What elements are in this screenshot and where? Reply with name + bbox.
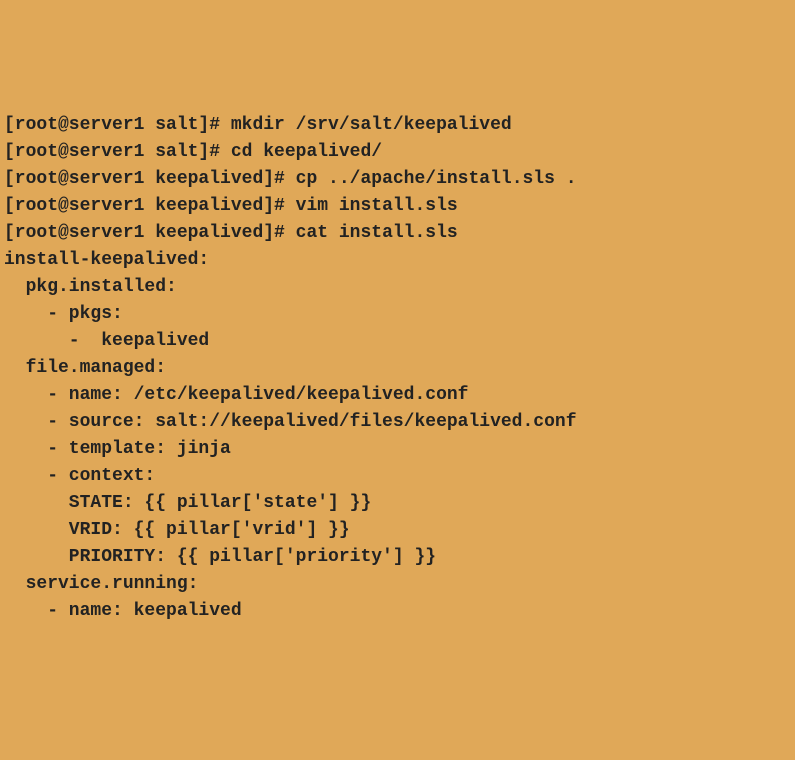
prompt-1: [root@server1 salt]# — [4, 115, 231, 135]
command-line-5: [root@server1 keepalived]# cat install.s… — [4, 220, 791, 247]
command-2: cd keepalived/ — [231, 142, 382, 162]
output-line-1: install-keepalived: — [4, 247, 791, 274]
command-4: vim install.sls — [296, 196, 458, 216]
output-line-7: - name: /etc/keepalived/keepalived.conf — [4, 382, 791, 409]
command-3: cp ../apache/install.sls . — [296, 169, 577, 189]
prompt-4: [root@server1 keepalived]# — [4, 196, 296, 216]
command-line-2: [root@server1 salt]# cd keepalived/ — [4, 139, 791, 166]
prompt-3: [root@server1 keepalived]# — [4, 169, 296, 189]
output-line-2: pkg.installed: — [4, 274, 791, 301]
output-line-4: - keepalived — [4, 328, 791, 355]
output-line-3: - pkgs: — [4, 301, 791, 328]
command-line-4: [root@server1 keepalived]# vim install.s… — [4, 193, 791, 220]
command-line-1: [root@server1 salt]# mkdir /srv/salt/kee… — [4, 112, 791, 139]
output-line-13: PRIORITY: {{ pillar['priority'] }} — [4, 544, 791, 571]
output-line-16: - name: keepalived — [4, 598, 791, 625]
output-line-6: file.managed: — [4, 355, 791, 382]
prompt-5: [root@server1 keepalived]# — [4, 223, 296, 243]
command-1: mkdir /srv/salt/keepalived — [231, 115, 512, 135]
command-line-3: [root@server1 keepalived]# cp ../apache/… — [4, 166, 791, 193]
output-line-15: service.running: — [4, 571, 791, 598]
output-line-12: VRID: {{ pillar['vrid'] }} — [4, 517, 791, 544]
output-line-11: STATE: {{ pillar['state'] }} — [4, 490, 791, 517]
output-line-8: - source: salt://keepalived/files/keepal… — [4, 409, 791, 436]
prompt-2: [root@server1 salt]# — [4, 142, 231, 162]
command-5: cat install.sls — [296, 223, 458, 243]
terminal-output: [root@server1 salt]# mkdir /srv/salt/kee… — [4, 112, 791, 625]
output-line-10: - context: — [4, 463, 791, 490]
output-line-9: - template: jinja — [4, 436, 791, 463]
